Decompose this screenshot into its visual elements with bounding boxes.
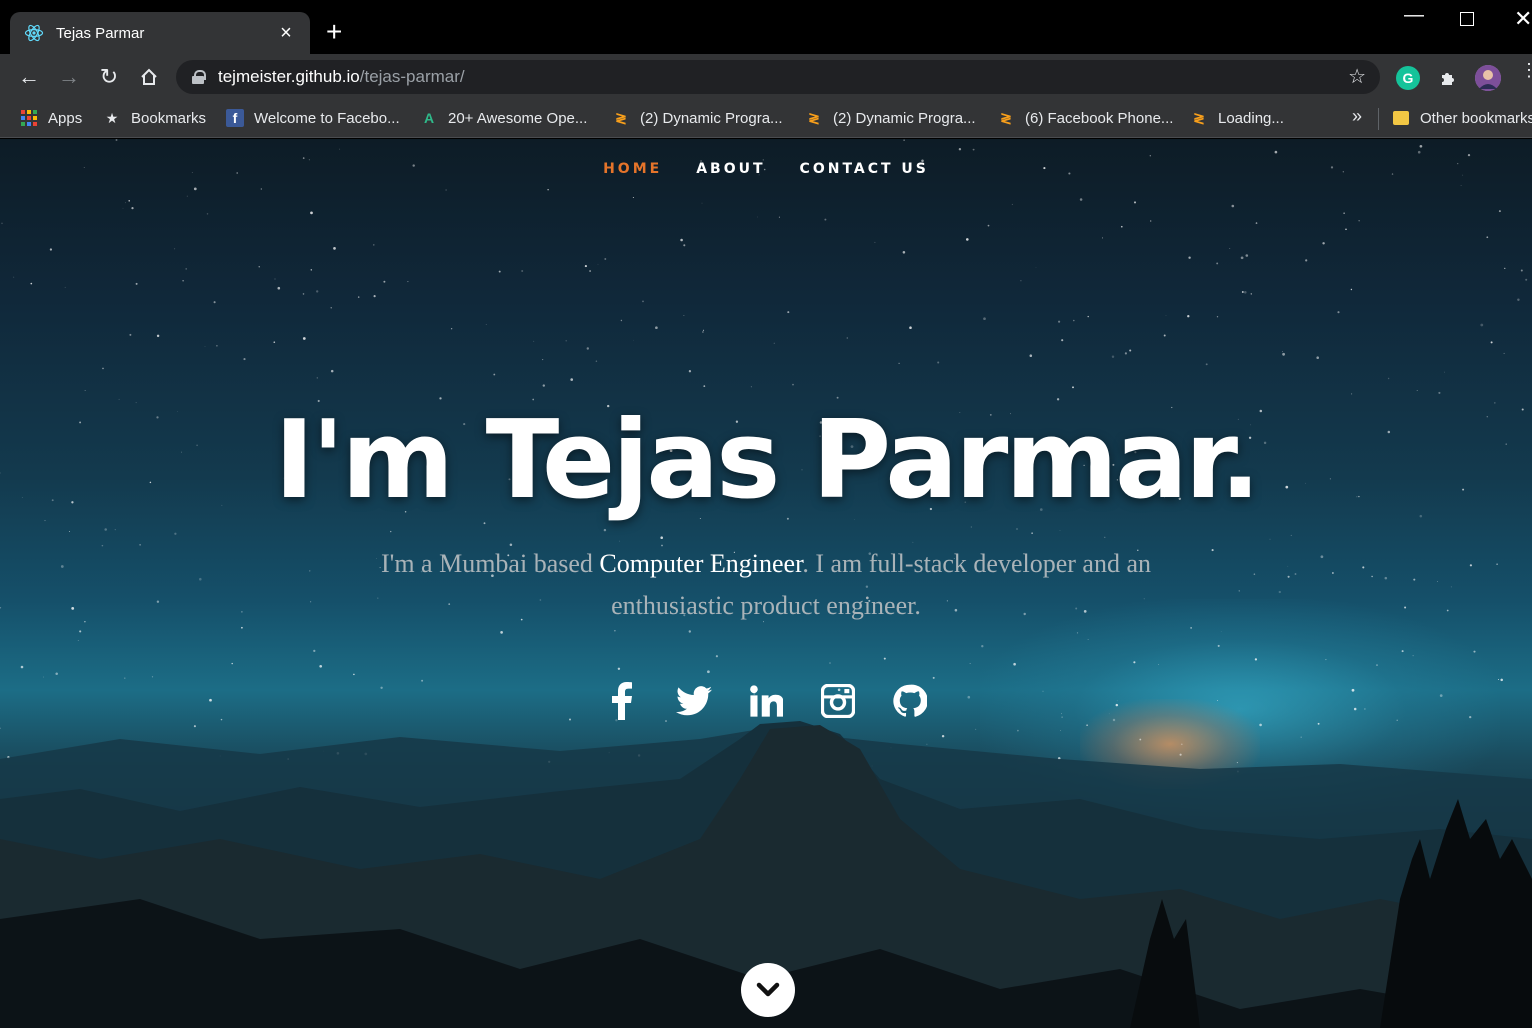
- chevron-down-icon: [756, 982, 780, 997]
- facebook-icon[interactable]: [604, 681, 640, 721]
- bookmark-dynamic-2[interactable]: ≷ (2) Dynamic Progra...: [805, 107, 976, 129]
- facebook-icon: f: [226, 109, 244, 127]
- subtitle-intro: I'm a Mumbai based: [380, 549, 600, 578]
- site-navigation: HOME ABOUT CONTACT US: [0, 161, 1532, 177]
- folder-icon: [1392, 109, 1410, 127]
- grammarly-icon[interactable]: G: [1396, 66, 1420, 90]
- close-window-icon[interactable]: ✕: [1514, 6, 1532, 32]
- bookmark-bookmarks[interactable]: ★ Bookmarks: [103, 107, 206, 129]
- bookmark-label: Welcome to Facebo...: [254, 109, 400, 127]
- reload-icon[interactable]: ↻: [96, 64, 122, 90]
- green-a-icon: A: [423, 110, 435, 126]
- browser-toolbar: ← → ↻ tejmeister.github.io /tejas-parmar…: [0, 54, 1532, 100]
- bookmark-label: Bookmarks: [131, 109, 207, 127]
- bookmark-other[interactable]: Other bookmarks: [1392, 107, 1532, 129]
- bookmarks-divider: [1378, 108, 1379, 130]
- minimize-icon[interactable]: —: [1404, 4, 1424, 27]
- nav-home[interactable]: HOME: [603, 161, 662, 177]
- hero-section: HOME ABOUT CONTACT US I'm Tejas Parmar. …: [0, 139, 1532, 1028]
- bookmark-label: 20+ Awesome Ope...: [448, 109, 588, 127]
- scroll-down-button[interactable]: [741, 963, 795, 1017]
- hackerrank-icon: ≷: [615, 109, 627, 126]
- browser-menu-icon[interactable]: ⋮: [1520, 61, 1532, 79]
- bookmark-label: Apps: [48, 109, 83, 127]
- bookmark-awesome[interactable]: A 20+ Awesome Ope...: [420, 107, 587, 129]
- bookmark-star-icon[interactable]: ☆: [1348, 64, 1366, 89]
- bookmarks-overflow-button[interactable]: »: [1352, 106, 1362, 127]
- apps-grid-icon: [20, 109, 38, 127]
- bookmark-apps[interactable]: Apps: [20, 107, 82, 129]
- nav-about[interactable]: ABOUT: [696, 161, 765, 177]
- tab-title: Tejas Parmar: [56, 24, 145, 42]
- bookmark-label: Loading...: [1218, 109, 1284, 127]
- hackerrank-icon: ≷: [808, 109, 820, 126]
- bookmark-facebook[interactable]: f Welcome to Facebo...: [226, 107, 400, 129]
- github-icon[interactable]: [892, 681, 928, 721]
- lock-icon: [192, 70, 206, 84]
- subtitle-highlight: Computer Engineer: [599, 549, 803, 578]
- bookmark-dynamic-1[interactable]: ≷ (2) Dynamic Progra...: [612, 107, 783, 129]
- browser-tab-strip: Tejas Parmar × + — ✕: [0, 0, 1532, 54]
- bookmark-label: Other bookmarks: [1420, 109, 1532, 127]
- hackerrank-icon: ≷: [1193, 109, 1205, 126]
- bookmark-label: (2) Dynamic Progra...: [833, 109, 976, 127]
- url-path: /tejas-parmar/: [359, 67, 465, 86]
- forward-icon[interactable]: →: [56, 64, 82, 90]
- profile-avatar[interactable]: [1475, 65, 1501, 91]
- hackerrank-icon: ≷: [1000, 109, 1012, 126]
- browser-tab[interactable]: Tejas Parmar ×: [10, 12, 310, 54]
- bookmark-loading[interactable]: ≷ Loading...: [1190, 107, 1284, 129]
- bookmark-label: (2) Dynamic Progra...: [640, 109, 783, 127]
- instagram-icon[interactable]: [820, 681, 856, 721]
- hero-subtitle: I'm a Mumbai based Computer Engineer. I …: [330, 543, 1202, 627]
- back-icon[interactable]: ←: [16, 64, 42, 90]
- twitter-icon[interactable]: [676, 681, 712, 721]
- bookmark-facebook-phone[interactable]: ≷ (6) Facebook Phone...: [997, 107, 1173, 129]
- social-links: [0, 681, 1532, 721]
- linkedin-icon[interactable]: [748, 681, 784, 721]
- react-atom-icon: [24, 23, 44, 43]
- home-icon[interactable]: [136, 64, 162, 90]
- new-tab-button[interactable]: +: [326, 18, 342, 46]
- address-bar[interactable]: tejmeister.github.io /tejas-parmar/ ☆: [176, 60, 1380, 94]
- bookmarks-bar: Apps ★ Bookmarks f Welcome to Facebo... …: [0, 100, 1532, 138]
- maximize-icon[interactable]: [1460, 12, 1474, 26]
- hero-title: I'm Tejas Parmar.: [274, 398, 1260, 523]
- star-icon: ★: [105, 109, 119, 126]
- close-tab-icon[interactable]: ×: [276, 23, 296, 43]
- url-host: tejmeister.github.io: [218, 67, 360, 86]
- extensions-icon[interactable]: [1436, 66, 1460, 90]
- bookmark-label: (6) Facebook Phone...: [1025, 109, 1174, 127]
- nav-contact-us[interactable]: CONTACT US: [800, 161, 929, 177]
